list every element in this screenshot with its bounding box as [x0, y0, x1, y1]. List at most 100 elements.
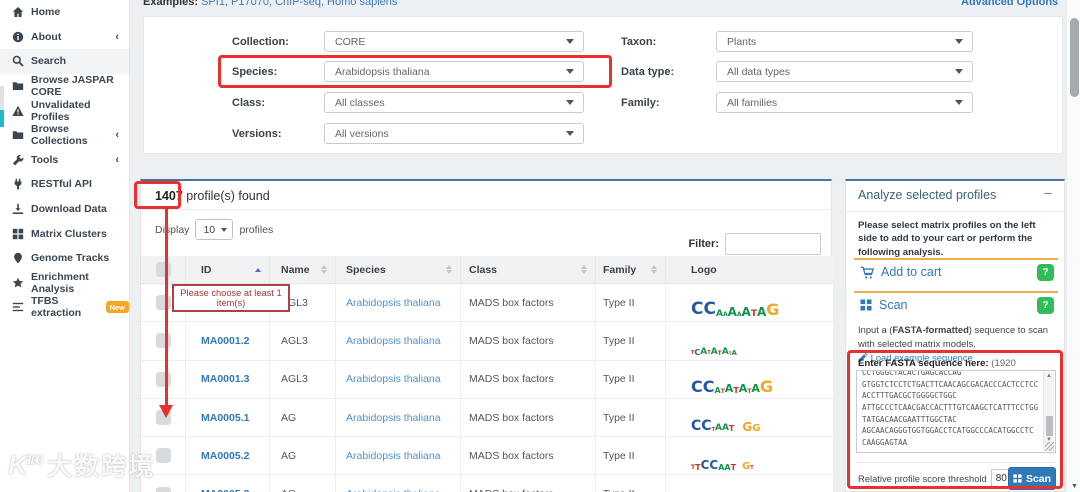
cart-icon: [860, 266, 874, 279]
species-link[interactable]: Arabidopsis thaliana: [346, 412, 441, 424]
row-checkbox[interactable]: [155, 448, 171, 464]
page-scrollbar[interactable]: ▼: [1066, 0, 1080, 492]
profile-id-link[interactable]: MA0001.2: [201, 335, 249, 347]
scan-section-button[interactable]: Scan: [860, 298, 908, 312]
species-link[interactable]: Arabidopsis thaliana: [346, 450, 441, 462]
sidebar-item-label: Search: [31, 55, 67, 68]
chevron-down-icon: [566, 69, 574, 74]
examples-links[interactable]: SPI1, P17070, ChIP-seq, Homo sapiens: [201, 0, 397, 8]
header-species[interactable]: Species: [336, 256, 461, 283]
row-checkbox[interactable]: [155, 486, 171, 492]
resize-handle[interactable]: [1045, 442, 1054, 451]
profile-name: AG: [281, 488, 296, 492]
collapse-panel-button[interactable]: −: [1044, 185, 1052, 201]
row-checkbox[interactable]: [155, 371, 171, 387]
scan-section-label: Scan: [879, 298, 908, 312]
profile-name: AGL3: [281, 373, 308, 386]
species-link[interactable]: Arabidopsis thaliana: [346, 297, 441, 309]
scan-grid-icon: [1013, 474, 1022, 483]
sidebar-item-about[interactable]: About ‹: [0, 25, 129, 50]
page-size-select[interactable]: 10: [195, 219, 234, 240]
profile-family: Type II: [603, 373, 635, 386]
help-button[interactable]: ?: [1037, 297, 1054, 314]
header-logo: Logo: [691, 263, 717, 276]
results-count-suffix: profile(s) found: [182, 189, 270, 203]
taxon-select[interactable]: Plants: [716, 31, 973, 52]
grid-icon: [12, 228, 24, 239]
fasta-sequence-input[interactable]: CCTGGGCTACACTGAGCACCAG GTGGTCTCCTCTGACTT…: [856, 370, 1056, 453]
header-id[interactable]: ID: [186, 256, 270, 283]
species-select[interactable]: Arabidopsis thaliana: [324, 61, 584, 82]
profile-id-link[interactable]: MA0001.3: [201, 373, 249, 385]
sidebar-item-home[interactable]: Home: [0, 0, 129, 25]
sidebar-item-tfbs-extraction[interactable]: TFBS extraction New: [0, 295, 129, 320]
sidebar-item-genome-tracks[interactable]: Genome Tracks: [0, 246, 129, 271]
header-name[interactable]: Name: [270, 256, 336, 283]
divider: [854, 291, 1058, 293]
sidebar-item-label: Download Data: [31, 203, 107, 216]
sidebar-item-unvalidated-profiles[interactable]: Unvalidated Profiles: [0, 98, 129, 123]
scan-button[interactable]: Scan: [1008, 467, 1056, 490]
analyze-panel-description: Please select matrix profiles on the lef…: [858, 220, 1036, 258]
sidebar-item-tools[interactable]: Tools ‹: [0, 148, 129, 173]
sort-icon: [651, 264, 657, 275]
class-select[interactable]: All classes: [324, 92, 584, 113]
sidebar-item-download-data[interactable]: Download Data: [0, 197, 129, 222]
annotation-arrow-head: [159, 405, 173, 418]
sidebar-item-label: Genome Tracks: [31, 252, 110, 265]
help-button[interactable]: ?: [1037, 264, 1054, 281]
table-body: MA0001.1 AGL3 Arabidopsis thaliana MADS …: [141, 284, 833, 492]
datatype-value: All data types: [727, 65, 791, 78]
species-link[interactable]: Arabidopsis thaliana: [346, 335, 441, 347]
scroll-down-icon[interactable]: ▼: [1071, 483, 1078, 490]
sidebar-item-search[interactable]: Search: [0, 49, 129, 74]
chevron-left-icon: ‹: [115, 30, 119, 43]
textarea-scrollbar-thumb[interactable]: [1046, 416, 1053, 436]
warning-triangle-icon: [12, 105, 24, 116]
info-icon: [12, 31, 24, 43]
page-scrollbar-thumb[interactable]: [1069, 18, 1079, 97]
scroll-up-icon[interactable]: ▲: [1046, 373, 1052, 379]
jaspar-search-page: Home About ‹ Search Browse JASPAR CORE U…: [0, 0, 1080, 492]
taxon-value: Plants: [727, 35, 757, 48]
add-to-cart-button[interactable]: Add to cart: [860, 265, 941, 279]
textarea-scrollbar[interactable]: ▲ ▼: [1043, 372, 1054, 451]
species-link[interactable]: Arabidopsis thaliana: [346, 488, 441, 492]
sidebar-item-restful-api[interactable]: RESTful API: [0, 172, 129, 197]
select-all-checkbox[interactable]: [155, 262, 171, 277]
results-count-line: 1407 profile(s) found: [141, 181, 831, 210]
class-label: Class:: [232, 97, 266, 109]
sidebar-item-matrix-clusters[interactable]: Matrix Clusters: [0, 221, 129, 246]
sidebar-item-browse-collections[interactable]: Browse Collections ‹: [0, 123, 129, 148]
versions-label: Versions:: [232, 128, 282, 140]
species-value: Arabidopsis thaliana: [335, 65, 430, 78]
results-count: 1407: [155, 189, 183, 203]
collection-label: Collection:: [232, 36, 289, 48]
sequence-logo: CCAAAAATAG: [691, 299, 780, 320]
versions-select[interactable]: All versions: [324, 123, 584, 144]
download-icon: [12, 203, 24, 215]
collection-select[interactable]: CORE: [324, 31, 584, 52]
scan-grid-icon: [860, 299, 872, 311]
profile-id-link[interactable]: MA0005.3: [201, 488, 249, 492]
datatype-select[interactable]: All data types: [716, 61, 973, 82]
family-select[interactable]: All families: [716, 92, 973, 113]
species-link[interactable]: Arabidopsis thaliana: [346, 373, 441, 385]
advanced-options-link[interactable]: Advanced Options: [961, 0, 1058, 8]
table-row: MA0005.2 AG Arabidopsis thaliana MADS bo…: [141, 437, 833, 476]
sidebar-item-label: TFBS extraction: [31, 295, 82, 320]
sidebar-item-browse-jaspar-core[interactable]: Browse JASPAR CORE: [0, 74, 129, 99]
header-family[interactable]: Family: [596, 256, 666, 283]
filter-input[interactable]: [725, 233, 821, 255]
sidebar-scrollbar-thumb[interactable]: [0, 110, 4, 127]
row-checkbox[interactable]: [155, 333, 171, 349]
threshold-label: Relative profile score threshold: [858, 473, 987, 484]
header-class[interactable]: Class: [461, 256, 596, 283]
chevron-down-icon: [955, 39, 963, 44]
map-marker-icon: [14, 253, 22, 264]
profile-id-link[interactable]: MA0005.1: [201, 412, 249, 424]
profile-id-link[interactable]: MA0005.2: [201, 450, 249, 462]
row-checkbox[interactable]: [155, 295, 171, 311]
sidebar-item-enrichment-analysis[interactable]: Enrichment Analysis: [0, 271, 129, 296]
taxon-label: Taxon:: [621, 36, 657, 48]
